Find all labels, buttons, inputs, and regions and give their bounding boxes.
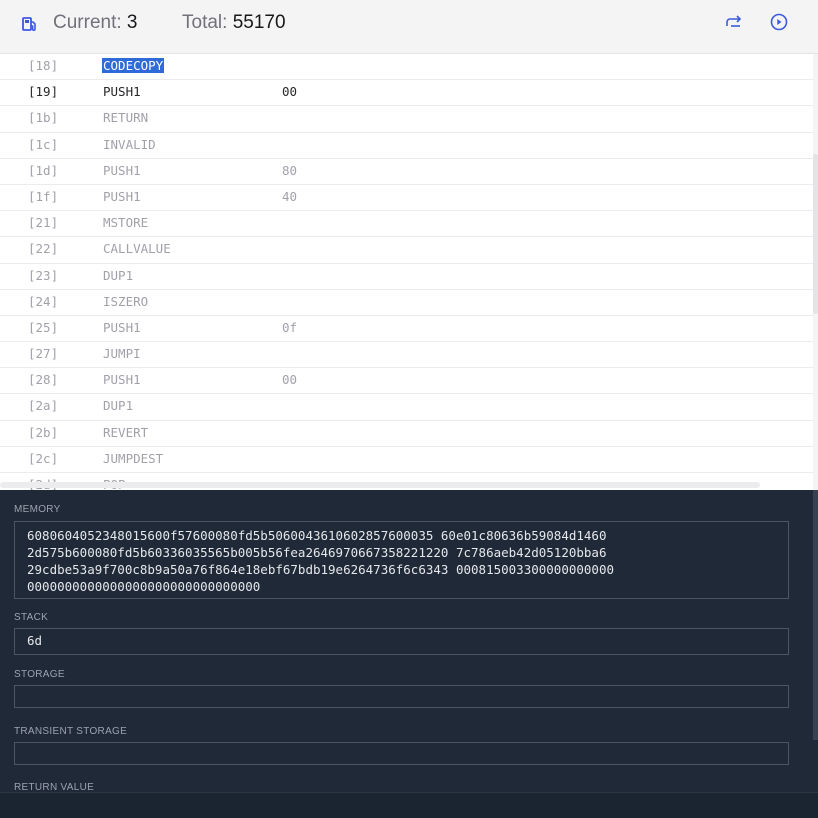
opcode-name: PUSH1	[103, 162, 141, 178]
opcode-pc: [24]	[28, 293, 59, 309]
state-panel-scrollbar[interactable]	[813, 490, 818, 740]
opcode-row[interactable]: [1f] PUSH1 40	[0, 185, 813, 212]
opcode-pc: [2a]	[28, 398, 59, 414]
opcode-name: RETURN	[103, 110, 149, 126]
opcode-pc: [22]	[28, 241, 59, 257]
opcode-pc: [21]	[28, 215, 59, 231]
debugger-header: Current: 3 Total: 55170	[0, 0, 818, 54]
opcode-name: PUSH1	[103, 319, 141, 335]
opcode-name: CALLVALUE	[103, 241, 171, 257]
opcode-name: JUMPI	[103, 346, 141, 362]
opcode-row[interactable]: [21] MSTORE	[0, 211, 813, 238]
opcode-arg: 00	[282, 372, 298, 388]
opcode-pc: [19]	[28, 84, 59, 100]
opcode-list[interactable]: [18] CODECOPY [19] PUSH1 00 [1b] RETURN [1c] INV…	[0, 54, 813, 490]
memory-line: 29cdbe53a9f700c8b9a50a76f864e18ebf67bdb1…	[27, 562, 614, 577]
opcode-name: JUMPDEST	[103, 450, 164, 466]
opcode-list-horizontal-scrollbar[interactable]	[0, 482, 760, 488]
stack-box[interactable]: 6d	[14, 628, 789, 655]
opcode-row[interactable]: [23] DUP1	[0, 264, 813, 290]
opcode-row[interactable]: [1b] RETURN	[0, 106, 813, 133]
opcode-pc: [25]	[28, 319, 59, 335]
opcode-name: REVERT	[103, 424, 149, 440]
memory-label: Memory	[14, 504, 61, 515]
memory-line: 6080604052348015600f57600080fd5b50600436…	[27, 528, 607, 543]
opcode-name: CODECOPY	[102, 58, 165, 73]
total-value: 55170	[232, 12, 286, 33]
memory-line: 0000000000000000000000000000000	[27, 579, 261, 594]
opcode-arg: 0f	[282, 319, 298, 335]
gas-pump-icon	[22, 17, 36, 31]
opcode-row[interactable]: [1c] INVALID	[0, 133, 813, 159]
opcode-pc: [18]	[28, 58, 59, 73]
opcode-arg: 80	[282, 162, 298, 178]
opcode-row[interactable]: [18] CODECOPY	[0, 54, 813, 81]
opcode-row[interactable]: [22] CALLVALUE	[0, 237, 813, 264]
opcode-row[interactable]: [19] PUSH1 00	[0, 80, 813, 107]
opcode-pc: [2b]	[28, 424, 59, 440]
opcode-pc: [23]	[28, 267, 59, 283]
memory-box[interactable]: 6080604052348015600f57600080fd5b50600436…	[14, 521, 789, 599]
total-steps: Total: 55170	[182, 12, 286, 34]
total-label: Total:	[182, 12, 228, 33]
opcode-name: DUP1	[103, 398, 134, 414]
opcode-row[interactable]: [2b] REVERT	[0, 421, 813, 447]
opcode-name: INVALID	[103, 136, 156, 152]
opcode-name: PUSH1	[103, 188, 141, 204]
stack-item: 6d	[27, 633, 43, 648]
opcode-row[interactable]: [2a] DUP1	[0, 394, 813, 421]
play-circle-icon[interactable]	[768, 11, 790, 33]
storage-box[interactable]	[14, 685, 789, 708]
opcode-row[interactable]: [2c] JUMPDEST	[0, 447, 813, 473]
opcode-name: PUSH1	[103, 372, 141, 388]
transient-storage-label: Transient Storage	[14, 726, 128, 737]
memory-line: 2d575b600080fd5b60336035565b005b56fea264…	[27, 545, 607, 560]
opcode-pc: [1b]	[28, 110, 59, 126]
opcode-pc: [27]	[28, 346, 59, 362]
stack-label: Stack	[14, 612, 49, 623]
return-value-area	[0, 792, 818, 818]
current-label: Current:	[53, 12, 122, 33]
opcode-pc: [1c]	[28, 136, 59, 152]
opcode-name: ISZERO	[103, 293, 149, 309]
storage-label: Storage	[14, 669, 65, 680]
opcode-row[interactable]: [28] PUSH1 00	[0, 368, 813, 395]
opcode-pc: [28]	[28, 372, 59, 388]
current-value: 3	[126, 12, 138, 33]
opcode-row[interactable]: [25] PUSH1 0f	[0, 316, 813, 343]
redo-icon[interactable]	[723, 11, 745, 33]
opcode-name: DUP1	[103, 267, 134, 283]
opcode-row[interactable]: [24] ISZERO	[0, 290, 813, 316]
opcode-row[interactable]: [27] JUMPI	[0, 342, 813, 369]
transient-storage-box[interactable]	[14, 742, 789, 765]
scrollbar-thumb[interactable]	[813, 154, 818, 314]
opcode-arg: 40	[282, 188, 298, 204]
state-panel: Memory 6080604052348015600f57600080fd5b5…	[0, 490, 818, 818]
opcode-name: MSTORE	[103, 215, 149, 231]
opcode-pc: [1d]	[28, 162, 59, 178]
opcode-pc: [1f]	[28, 188, 59, 204]
opcode-list-scrollbar[interactable]	[813, 54, 818, 490]
opcode-row[interactable]: [1d] PUSH1 80	[0, 159, 813, 185]
current-step: Current: 3	[53, 12, 138, 34]
opcode-arg: 00	[282, 84, 298, 100]
opcode-pc: [2c]	[28, 450, 59, 466]
opcode-name: PUSH1	[103, 84, 141, 100]
